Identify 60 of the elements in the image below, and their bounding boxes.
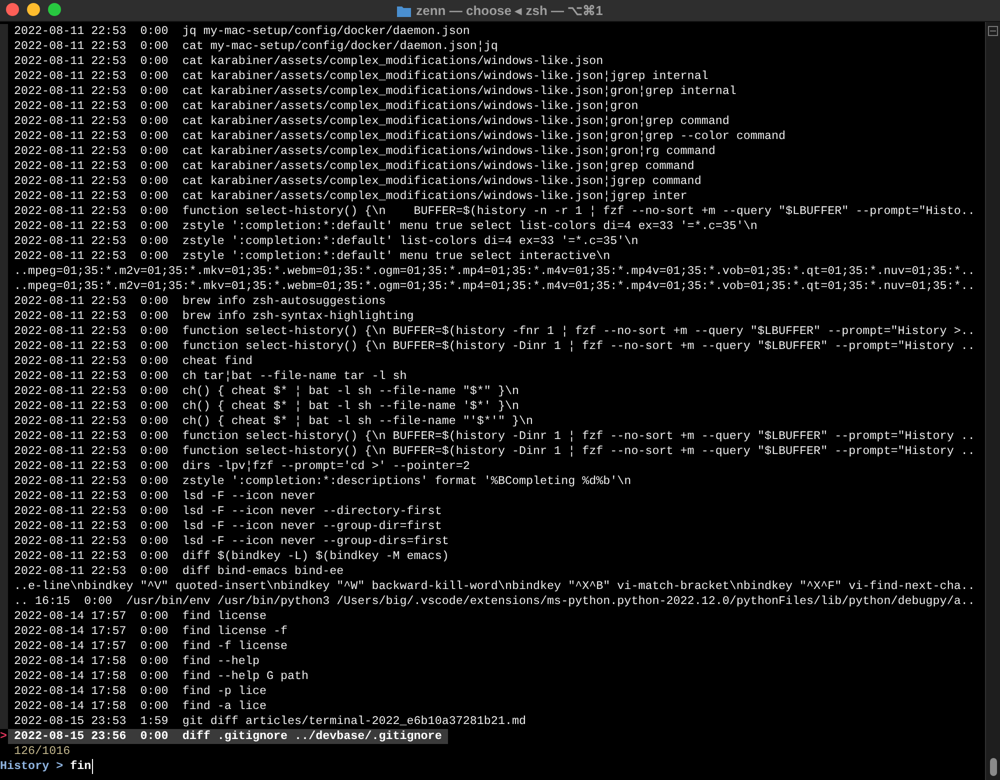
history-item[interactable]: ..e-line\nbindkey "^V" quoted-insert\nbindkey "^W" backward-kill-word\nbindkey "^X^B" vi-match-bracket\nbindkey "^X^F" vi-find-next-cha..	[8, 579, 981, 594]
history-item[interactable]: 2022-08-11 22:53 0:00 diff $(bindkey -L) $(bindkey -M emacs)	[8, 549, 455, 564]
scrollbar-thumb[interactable]	[990, 758, 996, 776]
history-item[interactable]: 2022-08-11 22:53 0:00 jq my-mac-setup/config/docker/daemon.json	[8, 24, 476, 39]
zoom-button[interactable]	[48, 3, 61, 16]
history-item[interactable]: ..mpeg=01;35:*.m2v=01;35:*.mkv=01;35:*.webm=01;35:*.ogm=01;35:*.mp4=01;35:*.m4v=01;35:*.mp4v=01;35:*.vob=01;35:*.qt=01;35:*.nuv=01;35:*..	[8, 264, 981, 279]
history-item[interactable]: 2022-08-11 22:53 0:00 ch() { cheat $* ¦ bat -l sh --file-name "'$*'" }\n	[8, 414, 540, 429]
history-item[interactable]: 2022-08-14 17:57 0:00 find -f license	[8, 639, 294, 654]
close-button[interactable]	[6, 3, 19, 16]
history-item[interactable]: 2022-08-11 22:53 0:00 lsd -F --icon never --group-dirs=first	[8, 534, 455, 549]
history-item[interactable]: 2022-08-11 22:53 0:00 cat karabiner/assets/complex_modifications/windows-like.json¦gron	[8, 99, 644, 114]
history-item[interactable]: ..mpeg=01;35:*.m2v=01;35:*.mkv=01;35:*.webm=01;35:*.ogm=01;35:*.mp4=01;35:*.m4v=01;35:*.mp4v=01;35:*.vob=01;35:*.qt=01;35:*.nuv=01;35:*..	[8, 279, 981, 294]
scrollbar[interactable]	[985, 22, 1000, 780]
history-item[interactable]: 2022-08-11 22:53 0:00 cat karabiner/assets/complex_modifications/windows-like.json¦gron¦rg command	[8, 144, 722, 159]
history-item[interactable]: 2022-08-11 22:53 0:00 function select-history() {\n BUFFER=$(history -Dinr 1 ¦ fzf --no-sort +m --query "$LBUFFER" --prompt="History ..	[8, 339, 981, 354]
history-item[interactable]: 2022-08-11 22:53 0:00 lsd -F --icon never --group-dir=first	[8, 519, 448, 534]
history-item[interactable]: 2022-08-11 22:53 0:00 cat my-mac-setup/config/docker/daemon.json¦jq	[8, 39, 504, 54]
history-item[interactable]: 2022-08-11 22:53 0:00 cat karabiner/assets/complex_modifications/windows-like.json¦jgrep internal	[8, 69, 714, 84]
history-item[interactable]: 2022-08-11 22:53 0:00 dirs -lpv¦fzf --prompt='cd >' --pointer=2	[8, 459, 476, 474]
history-item[interactable]: 2022-08-14 17:57 0:00 find license -f	[8, 624, 294, 639]
history-item[interactable]: 2022-08-11 22:53 0:00 zstyle ':completion:*:default' menu true select interactive\n	[8, 249, 616, 264]
history-item[interactable]: 2022-08-11 22:53 0:00 cat karabiner/assets/complex_modifications/windows-like.json¦jgrep command	[8, 174, 708, 189]
history-item[interactable]: 2022-08-15 23:56 0:00 diff .gitignore ../devbase/.gitignore	[8, 729, 448, 744]
history-item[interactable]: 2022-08-11 22:53 0:00 ch() { cheat $* ¦ bat -l sh --file-name '$*' }\n	[8, 399, 525, 414]
history-item[interactable]: 2022-08-11 22:53 0:00 brew info zsh-autosuggestions	[8, 294, 392, 309]
query-input[interactable]: fin	[70, 759, 94, 774]
history-item[interactable]: .. 16:15 0:00 /usr/bin/env /usr/bin/python3 /Users/big/.vscode/extensions/ms-python.python-2022.12.0/pythonFiles/lib/python/debugpy/a..	[8, 594, 981, 609]
history-item[interactable]: 2022-08-15 23:53 1:59 git diff articles/terminal-2022_e6b10a37281b21.md	[8, 714, 532, 729]
history-item[interactable]: 2022-08-11 22:53 0:00 cat karabiner/assets/complex_modifications/windows-like.json¦gron¦grep internal	[8, 84, 742, 99]
history-item[interactable]: 2022-08-14 17:58 0:00 find -p lice	[8, 684, 272, 699]
prompt-label: History >	[0, 759, 64, 774]
folder-icon	[397, 4, 412, 16]
history-item[interactable]: 2022-08-14 17:58 0:00 find -a lice	[8, 699, 272, 714]
history-item[interactable]: 2022-08-11 22:53 0:00 function select-history() {\n BUFFER=$(history -Dinr 1 ¦ fzf --no-sort +m --query "$LBUFFER" --prompt="History ..	[8, 444, 981, 459]
history-item[interactable]: 2022-08-11 22:53 0:00 cat karabiner/assets/complex_modifications/windows-like.json¦grep command	[8, 159, 700, 174]
history-item[interactable]: 2022-08-11 22:53 0:00 zstyle ':completion:*:default' list-colors di=4 ex=33 '=*.c=35'\n	[8, 234, 644, 249]
history-item[interactable]: 2022-08-11 22:53 0:00 function select-history() {\n BUFFER=$(history -n -r 1 ¦ fzf --no-sort +m --query "$LBUFFER" --prompt="Histo..	[8, 204, 981, 219]
history-item[interactable]: 2022-08-11 22:53 0:00 function select-history() {\n BUFFER=$(history -Dinr 1 ¦ fzf --no-sort +m --query "$LBUFFER" --prompt="History ..	[8, 429, 981, 444]
match-counter: 126/1016	[14, 744, 70, 759]
history-item[interactable]: 2022-08-14 17:58 0:00 find --help G path	[8, 669, 315, 684]
history-item[interactable]: 2022-08-11 22:53 0:00 lsd -F --icon never --directory-first	[8, 504, 448, 519]
history-item[interactable]: 2022-08-11 22:53 0:00 cheat find	[8, 354, 258, 369]
history-item[interactable]: 2022-08-14 17:58 0:00 find --help	[8, 654, 266, 669]
history-item[interactable]: 2022-08-11 22:53 0:00 cat karabiner/assets/complex_modifications/windows-like.json¦jgrep inter	[8, 189, 694, 204]
history-item[interactable]: 2022-08-11 22:53 0:00 zstyle ':completion:*:descriptions' format '%BCompleting %d%b'\n	[8, 474, 638, 489]
history-item[interactable]: 2022-08-11 22:53 0:00 cat karabiner/assets/complex_modifications/windows-like.json	[8, 54, 610, 69]
panel-toggle-icon[interactable]	[988, 26, 998, 36]
minimize-button[interactable]	[27, 3, 40, 16]
history-item[interactable]: 2022-08-11 22:53 0:00 cat karabiner/assets/complex_modifications/windows-like.json¦gron¦grep --color command	[8, 129, 792, 144]
history-item[interactable]: 2022-08-11 22:53 0:00 function select-history() {\n BUFFER=$(history -fnr 1 ¦ fzf --no-sort +m --query "$LBUFFER" --prompt="History >..	[8, 324, 981, 339]
history-item[interactable]: 2022-08-14 17:57 0:00 find license	[8, 609, 272, 624]
history-item[interactable]: 2022-08-11 22:53 0:00 zstyle ':completion:*:default' menu true select list-colors di=4 ex=33 '=*.c=35'\n	[8, 219, 764, 234]
window-title: zenn — choose ◂ zsh — ⌥⌘1	[416, 2, 603, 20]
pointer-marker: >	[0, 729, 8, 744]
history-item[interactable]: 2022-08-11 22:53 0:00 brew info zsh-syntax-highlighting	[8, 309, 420, 324]
history-item[interactable]: 2022-08-11 22:53 0:00 ch() { cheat $* ¦ bat -l sh --file-name "$*" }\n	[8, 384, 525, 399]
history-item[interactable]: 2022-08-11 22:53 0:00 diff bind-emacs bind-ee	[8, 564, 350, 579]
history-item[interactable]: 2022-08-11 22:53 0:00 cat karabiner/assets/complex_modifications/windows-like.json¦gron¦grep command	[8, 114, 736, 129]
history-item[interactable]: 2022-08-11 22:53 0:00 ch tar¦bat --file-name tar -l sh	[8, 369, 413, 384]
history-item[interactable]: 2022-08-11 22:53 0:00 lsd -F --icon never	[8, 489, 322, 504]
